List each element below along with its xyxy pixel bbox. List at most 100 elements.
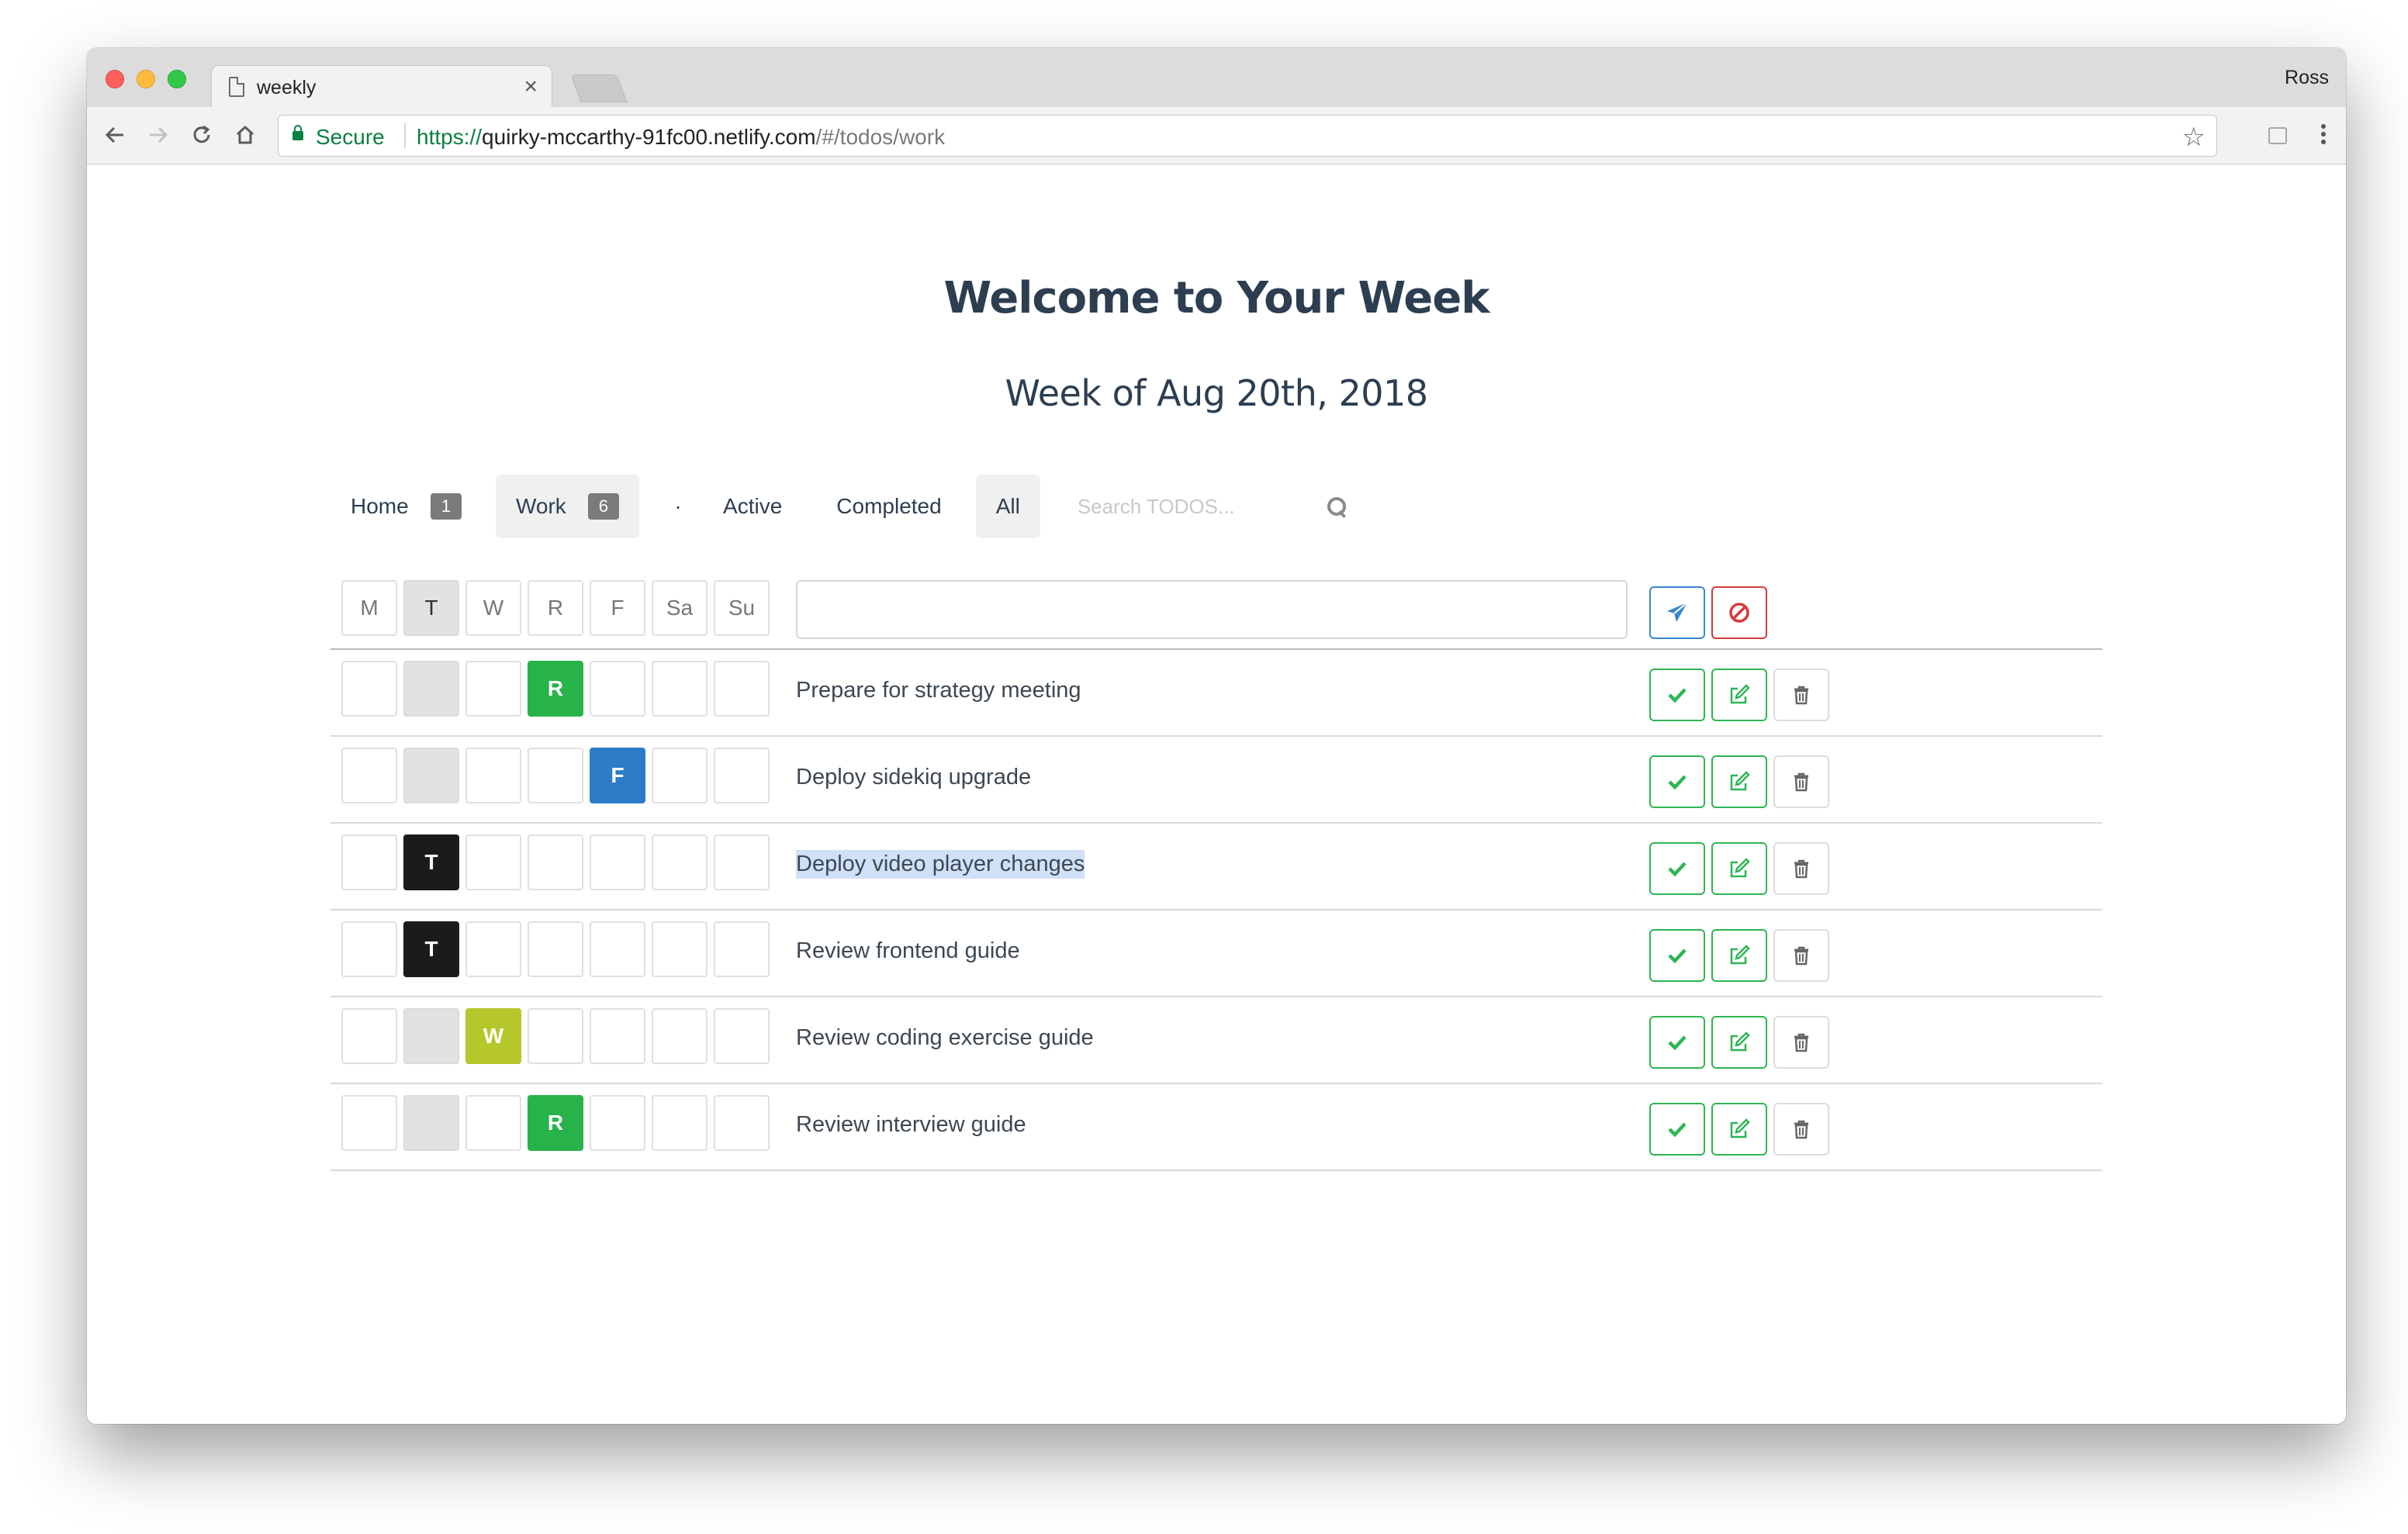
delete-todo-button[interactable]: [1773, 929, 1829, 982]
edit-todo-button[interactable]: [1711, 1016, 1767, 1069]
delete-todo-button[interactable]: [1773, 1103, 1829, 1156]
back-button[interactable]: [98, 118, 132, 152]
submit-todo-button[interactable]: [1649, 586, 1705, 639]
home-button[interactable]: [228, 118, 262, 152]
complete-todo-button[interactable]: [1649, 755, 1705, 808]
complete-todo-button[interactable]: [1649, 842, 1705, 895]
todo-text[interactable]: Review coding exercise guide: [796, 1025, 1094, 1051]
todo-day-cell-friday[interactable]: [590, 1008, 645, 1064]
edit-todo-button[interactable]: [1711, 842, 1767, 895]
todo-day-cell-tuesday[interactable]: [403, 661, 459, 717]
search-icon[interactable]: [1326, 496, 1348, 517]
forward-button[interactable]: [141, 118, 175, 152]
todo-day-cell-tuesday[interactable]: [403, 1008, 459, 1064]
cancel-todo-button[interactable]: [1711, 586, 1767, 639]
edit-todo-button[interactable]: [1711, 755, 1767, 808]
status-filter-all[interactable]: All: [975, 475, 1040, 538]
todo-day-cell-monday[interactable]: [341, 834, 397, 890]
todo-day-cell-friday[interactable]: [590, 1095, 645, 1151]
todo-day-cell-sunday[interactable]: [714, 834, 770, 890]
todo-day-cell-wednesday[interactable]: [465, 748, 521, 803]
todo-day-cell-wednesday[interactable]: [465, 834, 521, 890]
todo-text[interactable]: Deploy video player changes: [796, 850, 1085, 879]
browser-menu-icon[interactable]: [2321, 124, 2326, 147]
todo-text[interactable]: Prepare for strategy meeting: [796, 678, 1081, 703]
todo-day-cell-monday[interactable]: [341, 1008, 397, 1064]
trash-icon: [1794, 772, 1808, 792]
todo-day-cell-sunday[interactable]: [714, 748, 770, 803]
todo-text[interactable]: Deploy sidekiq upgrade: [796, 765, 1031, 790]
todo-day-cell-tuesday[interactable]: T: [403, 834, 459, 890]
todo-day-cell-monday[interactable]: [341, 921, 397, 977]
complete-todo-button[interactable]: [1649, 1103, 1705, 1156]
list-filter-home[interactable]: Home 1: [330, 475, 482, 538]
day-toggle-sunday[interactable]: Su: [714, 580, 770, 636]
todo-day-cell-saturday[interactable]: [652, 834, 708, 890]
complete-todo-button[interactable]: [1649, 669, 1705, 721]
todo-day-cell-wednesday[interactable]: [465, 1095, 521, 1151]
complete-todo-button[interactable]: [1649, 1016, 1705, 1069]
todo-day-cell-monday[interactable]: [341, 1095, 397, 1151]
status-filter-active[interactable]: Active: [703, 475, 802, 538]
todo-day-cell-monday[interactable]: [341, 661, 397, 717]
todo-day-cell-sunday[interactable]: [714, 1008, 770, 1064]
todo-text[interactable]: Review frontend guide: [796, 938, 1020, 964]
browser-tab[interactable]: weekly ×: [211, 65, 552, 109]
todo-day-cell-monday[interactable]: [341, 748, 397, 803]
reload-button[interactable]: [185, 118, 219, 152]
todo-day-cell-sunday[interactable]: [714, 661, 770, 717]
extension-icon[interactable]: [2268, 127, 2287, 144]
day-toggle-friday[interactable]: F: [590, 580, 645, 636]
close-window-button[interactable]: [106, 70, 124, 88]
new-tab-button[interactable]: [570, 74, 628, 102]
todo-day-cell-wednesday[interactable]: [465, 921, 521, 977]
todo-day-cell-wednesday[interactable]: [465, 661, 521, 717]
day-toggle-thursday[interactable]: R: [528, 580, 583, 636]
todo-day-cell-thursday[interactable]: [528, 921, 583, 977]
todo-day-cell-friday[interactable]: [590, 921, 645, 977]
delete-todo-button[interactable]: [1773, 1016, 1829, 1069]
day-toggle-tuesday[interactable]: T: [403, 580, 459, 636]
url-text[interactable]: https://quirky-mccarthy-91fc00.netlify.c…: [417, 125, 945, 150]
todo-day-cell-friday[interactable]: F: [590, 748, 645, 803]
complete-todo-button[interactable]: [1649, 929, 1705, 982]
todo-day-cell-tuesday[interactable]: T: [403, 921, 459, 977]
address-bar[interactable]: Secure https://quirky-mccarthy-91fc00.ne…: [278, 115, 2217, 157]
todo-day-cell-thursday[interactable]: [528, 748, 583, 803]
zoom-window-button[interactable]: [168, 70, 186, 88]
delete-todo-button[interactable]: [1773, 842, 1829, 895]
todo-day-cell-thursday[interactable]: R: [528, 661, 583, 717]
delete-todo-button[interactable]: [1773, 755, 1829, 808]
todo-day-cell-friday[interactable]: [590, 661, 645, 717]
todo-day-cell-saturday[interactable]: [652, 1095, 708, 1151]
profile-name[interactable]: Ross: [2285, 67, 2329, 89]
todo-day-cell-thursday[interactable]: R: [528, 1095, 583, 1151]
todo-day-cell-friday[interactable]: [590, 834, 645, 890]
todo-day-cell-sunday[interactable]: [714, 1095, 770, 1151]
minimize-window-button[interactable]: [137, 70, 155, 88]
edit-todo-button[interactable]: [1711, 929, 1767, 982]
todo-day-cell-thursday[interactable]: [528, 1008, 583, 1064]
todo-day-cell-wednesday[interactable]: W: [465, 1008, 521, 1064]
todo-day-cell-tuesday[interactable]: [403, 1095, 459, 1151]
todo-day-cell-thursday[interactable]: [528, 834, 583, 890]
search-input[interactable]: [1077, 487, 1310, 526]
todo-day-cell-tuesday[interactable]: [403, 748, 459, 803]
todo-day-cell-saturday[interactable]: [652, 661, 708, 717]
delete-todo-button[interactable]: [1773, 669, 1829, 721]
status-filter-completed[interactable]: Completed: [816, 475, 961, 538]
todo-text[interactable]: Review interview guide: [796, 1112, 1026, 1138]
todo-day-cell-saturday[interactable]: [652, 1008, 708, 1064]
bookmark-star-icon[interactable]: ☆: [2182, 122, 2206, 153]
day-toggle-wednesday[interactable]: W: [465, 580, 521, 636]
tab-close-icon[interactable]: ×: [524, 74, 538, 100]
day-toggle-saturday[interactable]: Sa: [652, 580, 708, 636]
list-filter-work[interactable]: Work 6: [495, 475, 640, 538]
todo-day-cell-sunday[interactable]: [714, 921, 770, 977]
edit-todo-button[interactable]: [1711, 1103, 1767, 1156]
edit-todo-button[interactable]: [1711, 669, 1767, 721]
new-todo-input[interactable]: [796, 580, 1628, 639]
todo-day-cell-saturday[interactable]: [652, 748, 708, 803]
day-toggle-monday[interactable]: M: [341, 580, 397, 636]
todo-day-cell-saturday[interactable]: [652, 921, 708, 977]
